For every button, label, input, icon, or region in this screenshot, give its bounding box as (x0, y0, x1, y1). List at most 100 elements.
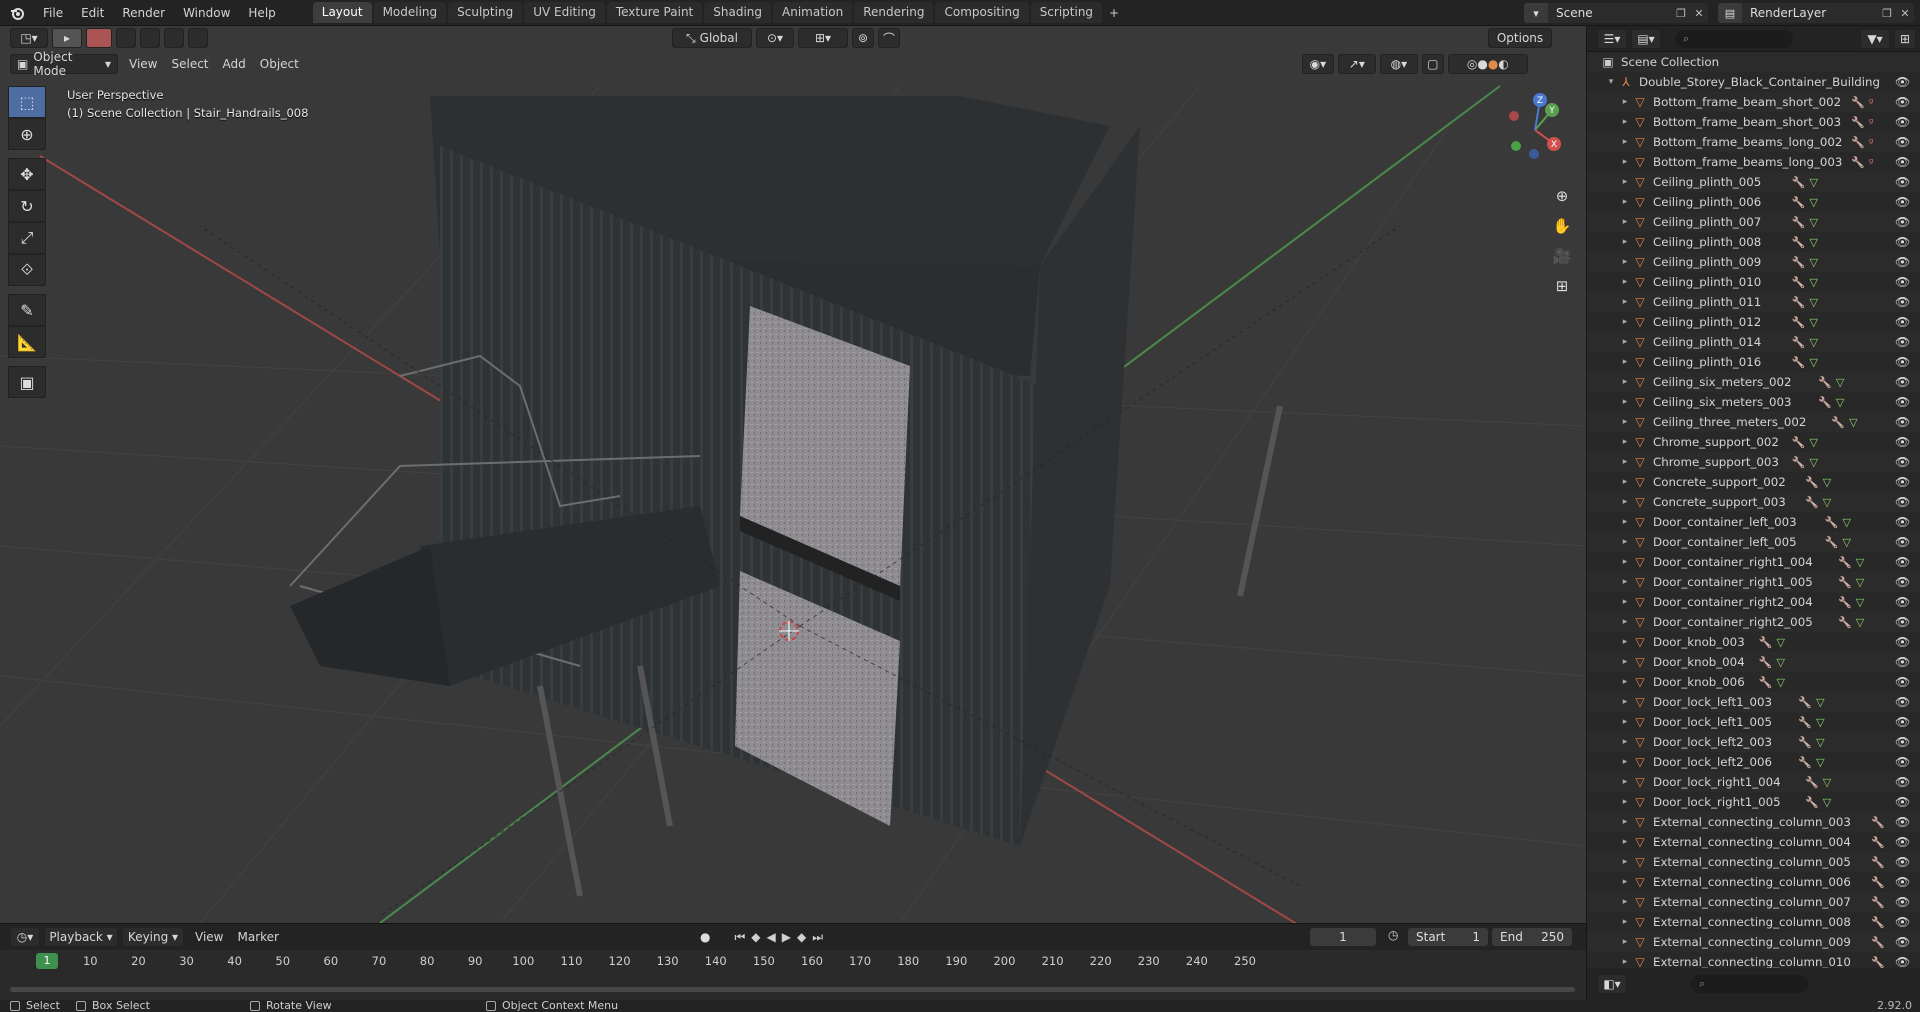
scene-render[interactable] (0, 26, 1586, 923)
modifier-wrench-icon[interactable]: 🔧 (1871, 876, 1885, 889)
eye-icon[interactable]: 👁 (1895, 135, 1910, 149)
transform-tool-icon[interactable]: ⟐ (8, 254, 46, 286)
modifier-wrench-icon[interactable]: 🔧 (1825, 516, 1839, 529)
eye-icon[interactable]: 👁 (1895, 95, 1910, 109)
next-keyframe-icon[interactable]: ◆ (797, 930, 806, 944)
eye-icon[interactable]: 👁 (1895, 395, 1910, 409)
eye-icon[interactable]: 👁 (1895, 535, 1910, 549)
modifier-wrench-icon[interactable]: 🔧 (1805, 496, 1819, 509)
eye-icon[interactable]: 👁 (1895, 355, 1910, 369)
mesh-data-icon[interactable]: ▽ (1836, 396, 1844, 409)
eye-icon[interactable]: 👁 (1895, 635, 1910, 649)
xray-icon[interactable]: ▢ (1421, 54, 1444, 74)
outliner-item[interactable]: ▸ ▽ Ceiling_plinth_016 🔧 ▽ 👁 (1587, 352, 1920, 372)
eye-icon[interactable]: 👁 (1895, 735, 1910, 749)
eye-icon[interactable]: 👁 (1895, 435, 1910, 449)
play-reverse-icon[interactable]: ◀ (767, 930, 776, 944)
outliner-item[interactable]: ▸ ▽ Ceiling_plinth_014 🔧 ▽ 👁 (1587, 332, 1920, 352)
mesh-data-icon[interactable]: ▽ (1810, 196, 1818, 209)
modifier-wrench-icon[interactable]: 🔧 (1818, 376, 1832, 389)
mesh-data-icon[interactable]: ▽ (1823, 776, 1831, 789)
eye-icon[interactable]: 👁 (1895, 515, 1910, 529)
falloff-icon[interactable]: ⌒ (878, 28, 900, 48)
gizmo-toggle-icon[interactable]: ↗▾ (1337, 54, 1376, 74)
outliner-item[interactable]: ▸ ▽ Door_lock_left2_006 🔧 ▽ 👁 (1587, 752, 1920, 772)
modifier-wrench-icon[interactable]: 🔧 (1798, 716, 1812, 729)
frame-cursor[interactable]: 1 (36, 953, 58, 969)
modifier-wrench-icon[interactable]: 🔧 (1805, 796, 1819, 809)
modifier-wrench-icon[interactable]: 🔧 (1792, 336, 1806, 349)
modifier-wrench-icon[interactable]: 🔧 (1792, 236, 1806, 249)
scale-tool-icon[interactable]: ⤢ (8, 222, 46, 254)
eye-icon[interactable]: 👁 (1895, 755, 1910, 769)
outliner-item[interactable]: ▸ ▽ External_connecting_column_003 🔧 👁 (1587, 812, 1920, 832)
tab-uv-editing[interactable]: UV Editing (524, 2, 605, 23)
move-tool-icon[interactable]: ✥ (8, 158, 46, 190)
outliner-item[interactable]: ▸ ▽ External_connecting_column_010 🔧 👁 (1587, 952, 1920, 968)
eye-icon[interactable]: 👁 (1895, 675, 1910, 689)
expand-arrow-icon[interactable]: ▸ (1619, 237, 1631, 247)
modifier-wrench-icon[interactable]: 🔧 (1851, 156, 1865, 169)
outliner-search-input[interactable]: ⌕ (1675, 29, 1793, 48)
menu-render[interactable]: Render (113, 0, 174, 26)
menu-edit[interactable]: Edit (72, 0, 113, 26)
modifier-wrench-icon[interactable]: 🔧 (1851, 116, 1865, 129)
modifier-wrench-icon[interactable]: 🔧 (1851, 96, 1865, 109)
expand-arrow-icon[interactable]: ▸ (1619, 797, 1631, 807)
expand-arrow-icon[interactable]: ▸ (1619, 777, 1631, 787)
shading-buttons[interactable]: ◎ ● ● ◐ (1447, 54, 1528, 74)
vertex-group-icon[interactable]: ᵍ (1869, 156, 1873, 169)
expand-arrow-icon[interactable]: ▸ (1619, 637, 1631, 647)
solid-icon[interactable]: ● (1477, 57, 1487, 71)
mesh-data-icon[interactable]: ▽ (1843, 516, 1851, 529)
outliner-item[interactable]: ▸ ▽ Door_container_right1_005 🔧 ▽ 👁 (1587, 572, 1920, 592)
zoom-icon[interactable]: ⊕ (1548, 182, 1576, 210)
expand-arrow-icon[interactable]: ▸ (1619, 477, 1631, 487)
mesh-data-icon[interactable]: ▽ (1843, 536, 1851, 549)
modifier-wrench-icon[interactable]: 🔧 (1792, 196, 1806, 209)
expand-arrow-icon[interactable]: ▸ (1619, 257, 1631, 267)
expand-arrow-icon[interactable]: ▸ (1619, 957, 1631, 967)
mesh-data-icon[interactable]: ▽ (1810, 176, 1818, 189)
outliner-item[interactable]: ▸ ▽ Ceiling_plinth_012 🔧 ▽ 👁 (1587, 312, 1920, 332)
modifier-wrench-icon[interactable]: 🔧 (1792, 276, 1806, 289)
tab-rendering[interactable]: Rendering (854, 2, 934, 23)
outliner-item[interactable]: ▸ ▽ Door_container_left_005 🔧 ▽ 👁 (1587, 532, 1920, 552)
viewport-menu-select[interactable]: Select (164, 57, 215, 71)
mesh-data-icon[interactable]: ▽ (1856, 556, 1864, 569)
mesh-data-icon[interactable]: ▽ (1810, 436, 1818, 449)
editor-type-icon[interactable]: ◳▾ (10, 28, 48, 48)
eye-icon[interactable]: 👁 (1895, 495, 1910, 509)
jump-start-icon[interactable]: ⏮ (734, 930, 745, 945)
outliner-item[interactable]: ▸ ▽ Door_lock_right1_004 🔧 ▽ 👁 (1587, 772, 1920, 792)
modifier-wrench-icon[interactable]: 🔧 (1825, 536, 1839, 549)
outliner-item[interactable]: ▸ ▽ Bottom_frame_beam_short_002 🔧 ᵍ 👁 (1587, 92, 1920, 112)
outliner-item[interactable]: ▸ ▽ Ceiling_plinth_005 🔧 ▽ 👁 (1587, 172, 1920, 192)
modifier-wrench-icon[interactable]: 🔧 (1838, 556, 1852, 569)
outliner-item[interactable]: ▸ ▽ Bottom_frame_beams_long_003 🔧 ᵍ 👁 (1587, 152, 1920, 172)
modifier-wrench-icon[interactable]: 🔧 (1851, 136, 1865, 149)
expand-arrow-icon[interactable]: ▸ (1619, 97, 1631, 107)
expand-arrow-icon[interactable]: ▸ (1619, 137, 1631, 147)
outliner-item[interactable]: ▸ ▽ Door_lock_right1_005 🔧 ▽ 👁 (1587, 792, 1920, 812)
outliner-item[interactable]: ▸ ▽ External_connecting_column_009 🔧 👁 (1587, 932, 1920, 952)
eye-icon[interactable]: 👁 (1895, 415, 1910, 429)
outliner-item[interactable]: ▸ ▽ External_connecting_column_006 🔧 👁 (1587, 872, 1920, 892)
expand-arrow-icon[interactable]: ▸ (1619, 577, 1631, 587)
select-tool-icon[interactable]: ▸ (52, 28, 82, 48)
eye-icon[interactable]: 👁 (1895, 235, 1910, 249)
expand-arrow-icon[interactable]: ▸ (1619, 857, 1631, 867)
expand-arrow-icon[interactable]: ▸ (1619, 377, 1631, 387)
outliner-item[interactable]: ▸ ▽ Door_container_right1_004 🔧 ▽ 👁 (1587, 552, 1920, 572)
select-subtract-icon[interactable] (140, 28, 160, 48)
expand-arrow-icon[interactable]: ▸ (1619, 757, 1631, 767)
eye-icon[interactable]: 👁 (1895, 615, 1910, 629)
jump-end-icon[interactable]: ⏭ (812, 930, 823, 945)
menu-file[interactable]: File (34, 0, 72, 26)
menu-window[interactable]: Window (174, 0, 239, 26)
wireframe-icon[interactable]: ◎ (1467, 57, 1477, 71)
frame-ruler[interactable]: 10 20 30 40 50 60 70 80 90 100 110 120 130 140 150 160 1… (0, 950, 1586, 972)
add-workspace-icon[interactable]: + (1104, 6, 1124, 20)
material-icon[interactable]: ● (1488, 57, 1498, 71)
display-mode-icon[interactable]: ▤▾ (1631, 28, 1661, 49)
